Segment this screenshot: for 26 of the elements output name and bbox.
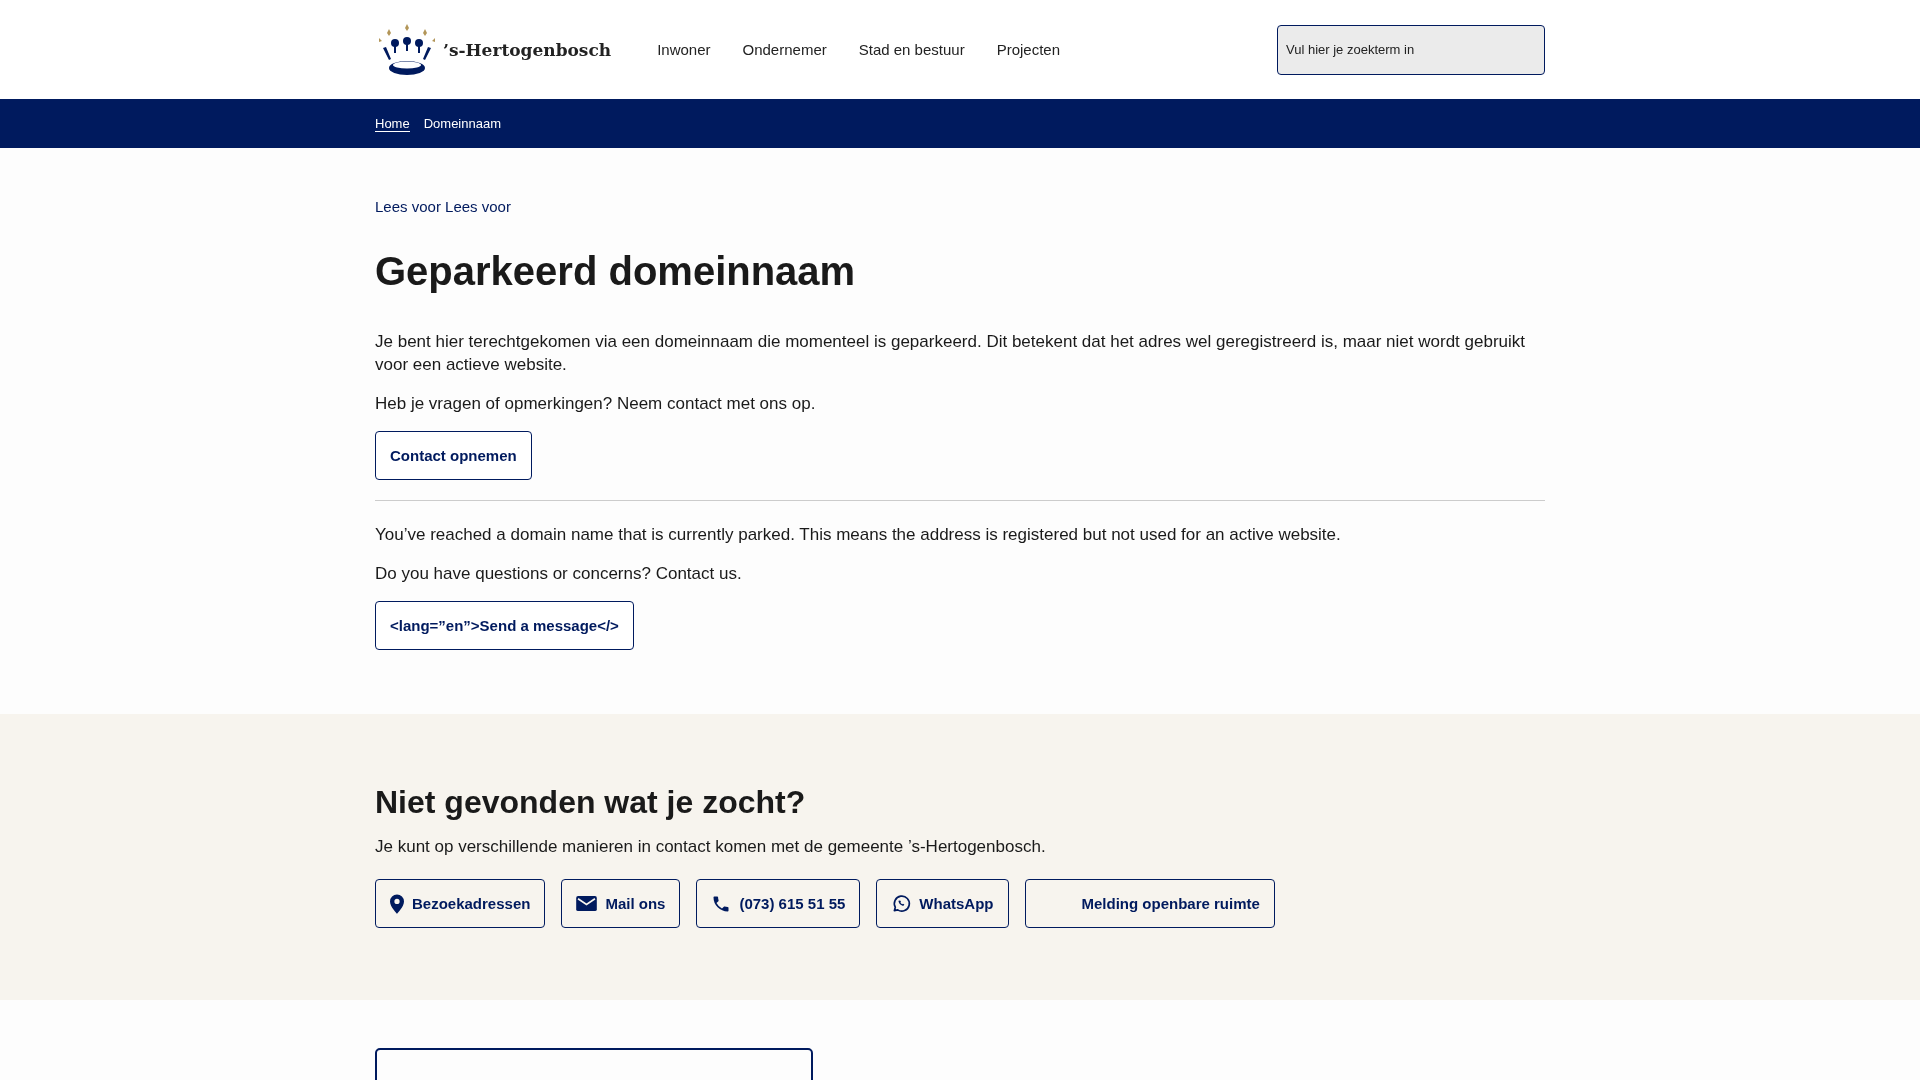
body-text: Je bent hier terechtgekomen via een domeinnaam die momenteel is geparkeerd. Dit betekent dat het adres wel geregistreerd is, maar niet wordt gebruikt voor een actieve website. <box>375 331 1526 376</box>
body-text: Heb je vragen of opmerkingen? Neem contact met ons op. <box>375 393 816 415</box>
contact-option-button[interactable]: Melding openbare ruimte <box>1024 879 1275 928</box>
breadcrumb-link[interactable]: Home <box>375 115 410 132</box>
breadcrumb-current: Domeinnaam <box>423 116 501 131</box>
contact-option-button[interactable]: Bezoekadressen <box>375 879 546 928</box>
page-title: Geparkeerd domeinnaam <box>375 249 856 294</box>
mail-icon <box>576 896 598 911</box>
read-aloud-link[interactable]: Lees voor Lees voor <box>375 198 511 215</box>
contact-option-button[interactable]: WhatsApp <box>876 879 1009 928</box>
contact-option-button[interactable]: (073) 615 51 55 <box>696 879 861 928</box>
nav-link[interactable]: Stad en bestuur <box>858 41 965 58</box>
contact-button[interactable]: Contact opnemen <box>375 431 532 480</box>
section-title: Niet gevonden wat je zocht? <box>375 784 807 821</box>
nav-link[interactable]: Inwoner <box>657 41 711 58</box>
location-pin-icon <box>390 893 404 914</box>
nav-link[interactable]: Projecten <box>996 41 1061 58</box>
search-field[interactable]: Vul hier je zoekterm in <box>1277 24 1545 75</box>
whatsapp-icon <box>891 893 912 914</box>
body-text: You’ve reached a domain name that is currently parked. This means the address is registered but not used for an active website. <box>375 524 1341 546</box>
contact-option-button[interactable]: Mail ons <box>561 879 681 928</box>
logo-text[interactable]: ’s-Hertogenbosch <box>443 39 612 60</box>
send-message-button[interactable]: <lang=”en”>Send a message</> <box>375 601 634 650</box>
nav-link[interactable]: Ondernemer <box>742 41 827 58</box>
section-text: Je kunt op verschillende manieren in contact komen met de gemeente ’s-Hertogenbosch. <box>375 837 1047 857</box>
body-text: Do you have questions or concerns? Contact us. <box>375 563 742 585</box>
